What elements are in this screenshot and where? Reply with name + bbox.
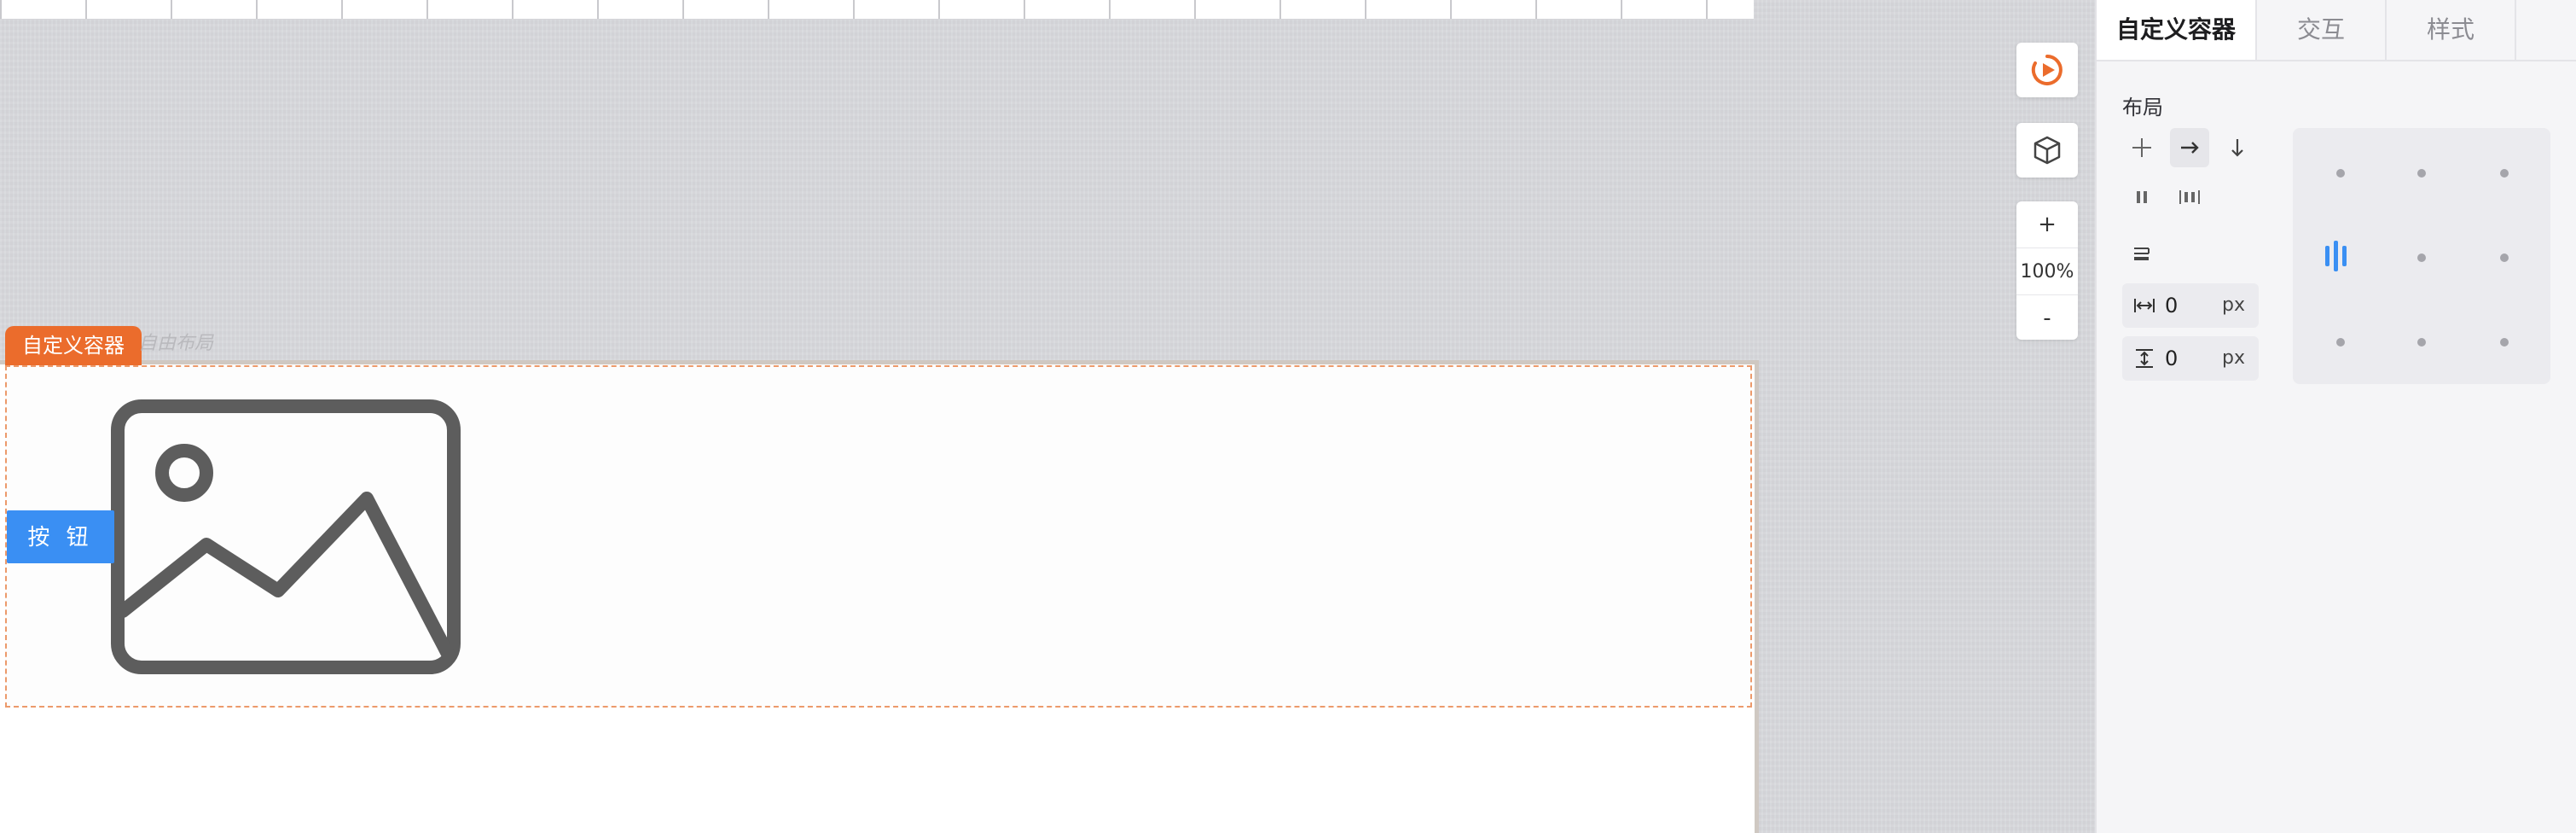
justify-space-between-icon: [2179, 190, 2200, 204]
gap-vertical-field[interactable]: 0 px: [2122, 336, 2259, 381]
zoom-in-button[interactable]: +: [2016, 201, 2078, 248]
zoom-level[interactable]: 100%: [2016, 248, 2078, 295]
direction-column-icon: [2231, 139, 2243, 157]
preview-play-icon: [2031, 55, 2063, 85]
align-bottom-left[interactable]: [2336, 338, 2345, 347]
image-icon[interactable]: [111, 399, 461, 674]
layout-section-title: 布局: [2122, 96, 2163, 119]
gap-vertical-unit: px: [2222, 347, 2245, 369]
canvas-button-widget[interactable]: 按 钮: [7, 510, 114, 563]
wrap-icon: [2134, 248, 2150, 260]
justify-between-button[interactable]: [2170, 178, 2209, 217]
zoom-control: + 100% -: [2016, 201, 2078, 340]
design-canvas[interactable]: 自定义容器 自由布局 按 钮 + 100% -: [0, 0, 2095, 833]
gap-horizontal-icon: [2134, 299, 2155, 312]
tab-style[interactable]: 样式: [2387, 0, 2516, 60]
cube-icon: [2034, 136, 2061, 165]
align-top-center[interactable]: [2417, 169, 2426, 178]
justify-space-around-icon: [2137, 191, 2147, 203]
container-tag[interactable]: 自定义容器: [5, 326, 142, 365]
gap-horizontal-unit: px: [2222, 294, 2245, 316]
justify-around-button[interactable]: [2122, 178, 2161, 217]
align-center[interactable]: [2417, 253, 2426, 262]
gap-vertical-value[interactable]: 0: [2165, 336, 2178, 381]
align-bottom-right[interactable]: [2500, 338, 2509, 347]
direction-column-button[interactable]: [2218, 128, 2257, 167]
align-center-right[interactable]: [2500, 253, 2509, 262]
direction-row-button[interactable]: [2170, 128, 2209, 167]
zoom-out-button[interactable]: -: [2016, 295, 2078, 341]
tab-custom-container[interactable]: 自定义容器: [2097, 0, 2257, 60]
free-layout-icon: [2132, 138, 2151, 157]
align-center-left-icon[interactable]: [2324, 241, 2358, 271]
direction-row-icon: [2181, 142, 2199, 154]
align-bottom-center[interactable]: [2417, 338, 2426, 347]
align-top-left[interactable]: [2336, 169, 2345, 178]
top-ruler: [0, 0, 1754, 20]
tab-interaction[interactable]: 交互: [2257, 0, 2387, 60]
gap-horizontal-field[interactable]: 0 px: [2122, 283, 2259, 328]
3d-view-button[interactable]: [2016, 123, 2078, 178]
ghost-layout-label: 自由布局: [138, 333, 214, 354]
alignment-grid[interactable]: [2293, 128, 2550, 384]
panel-tabs: 自定义容器 交互 样式: [2097, 0, 2576, 61]
preview-button[interactable]: [2016, 43, 2078, 97]
free-layout-button[interactable]: [2122, 128, 2161, 167]
gap-vertical-icon: [2136, 349, 2153, 368]
wrap-button[interactable]: [2122, 234, 2161, 273]
align-top-right[interactable]: [2500, 169, 2509, 178]
properties-panel: 自定义容器 交互 样式 布局 0 px 0 px: [2095, 0, 2576, 833]
gap-horizontal-value[interactable]: 0: [2165, 283, 2178, 328]
